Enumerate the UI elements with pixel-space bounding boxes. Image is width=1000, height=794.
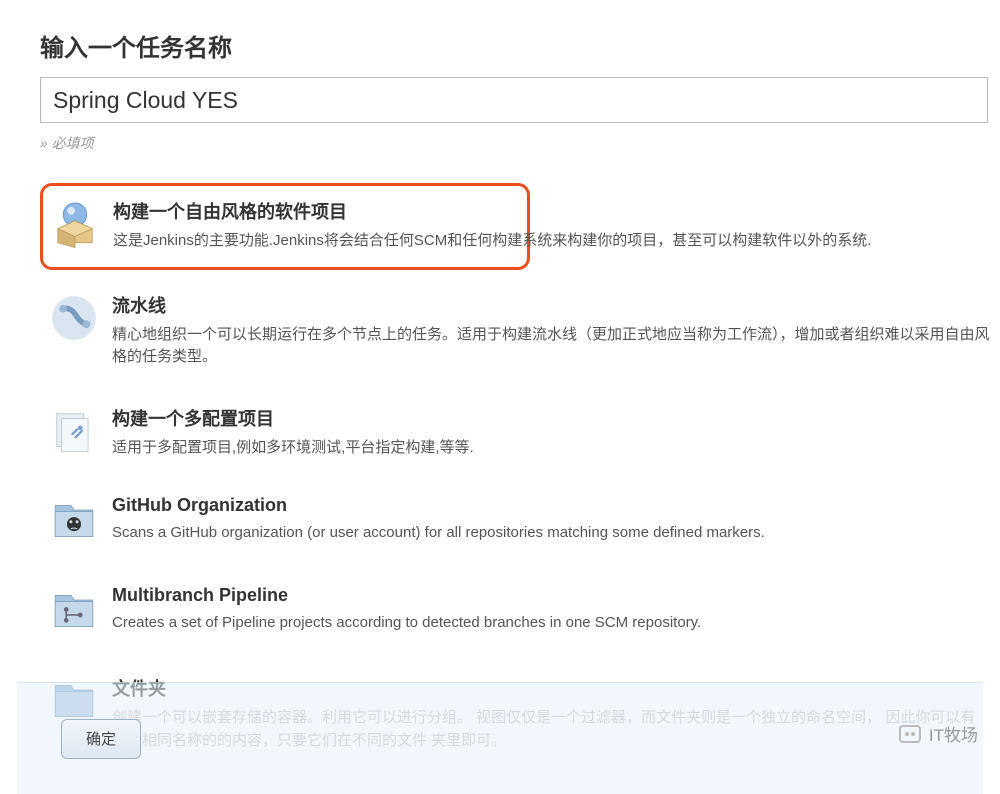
option-title: Multibranch Pipeline xyxy=(112,585,990,606)
option-github-org[interactable]: GitHub Organization Scans a GitHub organ… xyxy=(40,479,1000,569)
option-title: 构建一个自由风格的软件项目 xyxy=(113,198,871,224)
option-desc: Scans a GitHub organization (or user acc… xyxy=(112,522,990,545)
option-title: 构建一个多配置项目 xyxy=(112,405,990,431)
option-pipeline[interactable]: 流水线 精心地组织一个可以长期运行在多个节点上的任务。适用于构建流水线（更加正式… xyxy=(40,276,1000,389)
footer-bar: 确定 xyxy=(17,682,983,794)
option-title: 流水线 xyxy=(112,292,990,318)
option-desc: 这是Jenkins的主要功能.Jenkins将会结合任何SCM和任何构建系统来构… xyxy=(113,230,871,253)
github-org-icon xyxy=(46,493,102,549)
option-freestyle[interactable]: 构建一个自由风格的软件项目 这是Jenkins的主要功能.Jenkins将会结合… xyxy=(40,183,530,270)
option-desc: Creates a set of Pipeline projects accor… xyxy=(112,612,990,635)
option-desc: 精心地组织一个可以长期运行在多个节点上的任务。适用于构建流水线（更加正式地应当称… xyxy=(112,324,990,369)
option-text: 流水线 精心地组织一个可以长期运行在多个节点上的任务。适用于构建流水线（更加正式… xyxy=(112,290,990,369)
page-title: 输入一个任务名称 xyxy=(40,28,1000,63)
option-text: 构建一个多配置项目 适用于多配置项目,例如多环境测试,平台指定构建,等等. xyxy=(112,403,990,460)
option-text: GitHub Organization Scans a GitHub organ… xyxy=(112,493,990,545)
freestyle-icon xyxy=(47,196,103,252)
ok-button[interactable]: 确定 xyxy=(61,719,141,759)
wechat-icon xyxy=(899,725,921,743)
multiconfig-icon xyxy=(46,403,102,459)
item-name-input[interactable] xyxy=(40,77,988,123)
option-multiconfig[interactable]: 构建一个多配置项目 适用于多配置项目,例如多环境测试,平台指定构建,等等. xyxy=(40,389,1000,480)
watermark-text: IT牧场 xyxy=(929,721,978,746)
option-text: 构建一个自由风格的软件项目 这是Jenkins的主要功能.Jenkins将会结合… xyxy=(113,196,871,253)
required-hint: » 必填项 xyxy=(40,133,1000,153)
option-title: GitHub Organization xyxy=(112,495,990,516)
multibranch-icon xyxy=(46,583,102,639)
pipeline-icon xyxy=(46,290,102,346)
option-multibranch[interactable]: Multibranch Pipeline Creates a set of Pi… xyxy=(40,569,1000,659)
option-text: Multibranch Pipeline Creates a set of Pi… xyxy=(112,583,990,635)
watermark: IT牧场 xyxy=(899,721,978,746)
option-desc: 适用于多配置项目,例如多环境测试,平台指定构建,等等. xyxy=(112,437,990,460)
